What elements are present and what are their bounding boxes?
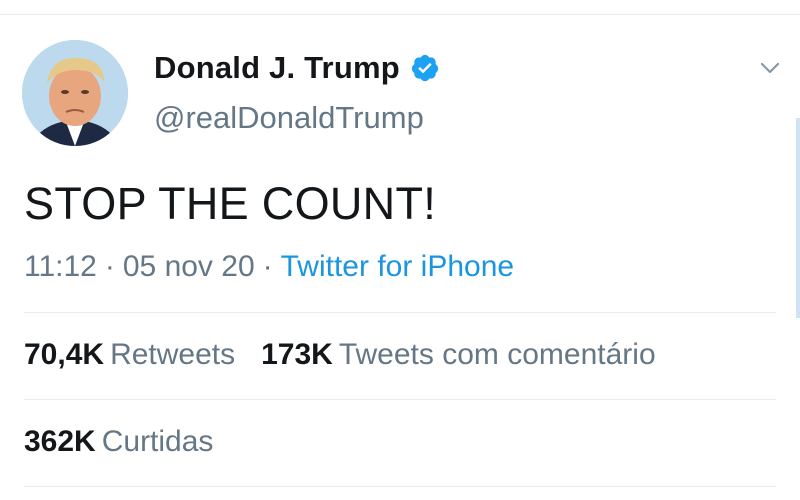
quote-tweets-label: Tweets com comentário — [338, 338, 656, 371]
quote-tweets-stat[interactable]: 173K Tweets com comentário — [261, 338, 656, 372]
divider — [24, 312, 776, 313]
top-divider — [0, 14, 800, 15]
retweets-count: 70,4K — [24, 338, 105, 371]
retweets-stat[interactable]: 70,4K Retweets — [24, 338, 235, 372]
display-name[interactable]: Donald J. Trump — [154, 50, 400, 86]
meta-separator: · — [262, 250, 273, 283]
meta-separator: · — [104, 250, 115, 283]
tweet-source-link[interactable]: Twitter for iPhone — [281, 250, 514, 283]
chevron-down-icon[interactable] — [758, 58, 782, 78]
likes-label: Curtidas — [101, 425, 214, 458]
retweets-label: Retweets — [110, 338, 236, 371]
likes-count: 362K — [24, 425, 96, 458]
tweet-date[interactable]: 05 nov 20 — [123, 250, 255, 283]
avatar[interactable] — [22, 40, 128, 146]
scroll-indicator — [796, 118, 800, 318]
engagement-stats: 70,4K Retweets 173K Tweets com comentário — [24, 338, 682, 372]
divider — [24, 399, 776, 400]
tweet-time[interactable]: 11:12 — [24, 250, 97, 283]
verified-badge-icon — [410, 53, 440, 83]
quote-tweets-count: 173K — [261, 338, 333, 371]
divider — [24, 486, 776, 487]
likes-stat[interactable]: 362K Curtidas — [24, 425, 213, 459]
tweet-meta: 11:12 · 05 nov 20 · Twitter for iPhone — [24, 250, 514, 284]
author-name-row[interactable]: Donald J. Trump — [154, 50, 440, 86]
author-handle[interactable]: @realDonaldTrump — [154, 100, 424, 136]
tweet-text: STOP THE COUNT! — [24, 178, 437, 229]
